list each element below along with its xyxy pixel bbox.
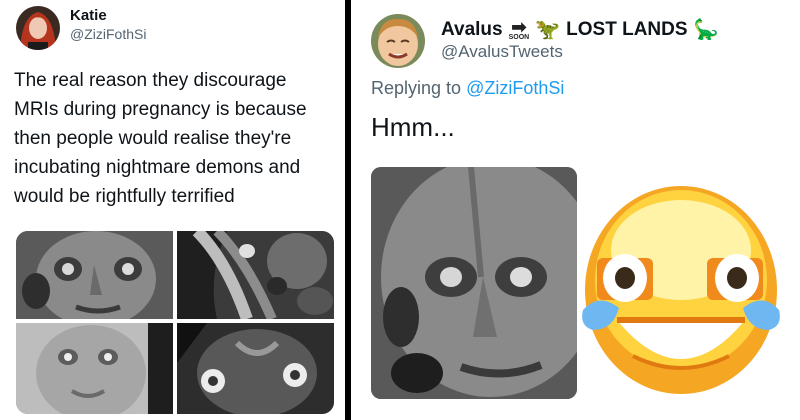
author-handle[interactable]: @ZiziFothSi	[70, 26, 146, 42]
dinosaur-icon: 🦖	[535, 19, 561, 41]
mri-face-scan-light-icon	[16, 323, 173, 414]
author-name[interactable]: Avalus ➡ SOON 🦖 LOST LANDS 🦕	[441, 17, 718, 42]
tweet-katie: Katie @ZiziFothSi The real reason they d…	[0, 0, 345, 420]
tweet-avalus: Avalus ➡ SOON 🦖 LOST LANDS 🦕 @AvalusTwee…	[351, 0, 800, 420]
media-image[interactable]	[177, 323, 334, 414]
media-grid	[16, 231, 334, 414]
avatar[interactable]	[16, 6, 60, 50]
mri-spine-scan-icon	[177, 231, 334, 319]
author-name-text: Avalus	[441, 18, 503, 40]
reply-mention-link[interactable]: @ZiziFothSi	[466, 78, 564, 98]
media-image[interactable]	[577, 180, 785, 402]
soon-label: SOON	[508, 34, 530, 41]
mri-face-scan-icon	[16, 231, 173, 319]
tweet-text: Hmm...	[371, 112, 455, 142]
media-image[interactable]	[16, 323, 173, 414]
tweet-text: The real reason they discourage MRIs dur…	[14, 70, 307, 207]
avatar[interactable]	[371, 14, 425, 68]
mri-face-scan-dark-icon	[177, 323, 334, 414]
media-image[interactable]	[177, 231, 334, 319]
author-handle[interactable]: @AvalusTweets	[441, 42, 563, 62]
media-image[interactable]	[16, 231, 173, 319]
media-image[interactable]	[371, 167, 577, 399]
name-suffix: LOST LANDS	[566, 18, 688, 40]
laughing-crying-emoji-icon	[582, 186, 780, 394]
reply-prefix: Replying to	[371, 78, 462, 98]
soon-arrow-icon: ➡ SOON	[508, 17, 530, 41]
replying-to: Replying to @ZiziFothSi	[371, 78, 564, 99]
author-name[interactable]: Katie	[70, 7, 107, 24]
avatar-katie-icon	[16, 6, 60, 50]
mri-face-scan-closeup-icon	[371, 167, 577, 399]
avatar-avalus-icon	[371, 14, 425, 68]
sauropod-icon: 🦕	[693, 19, 719, 41]
